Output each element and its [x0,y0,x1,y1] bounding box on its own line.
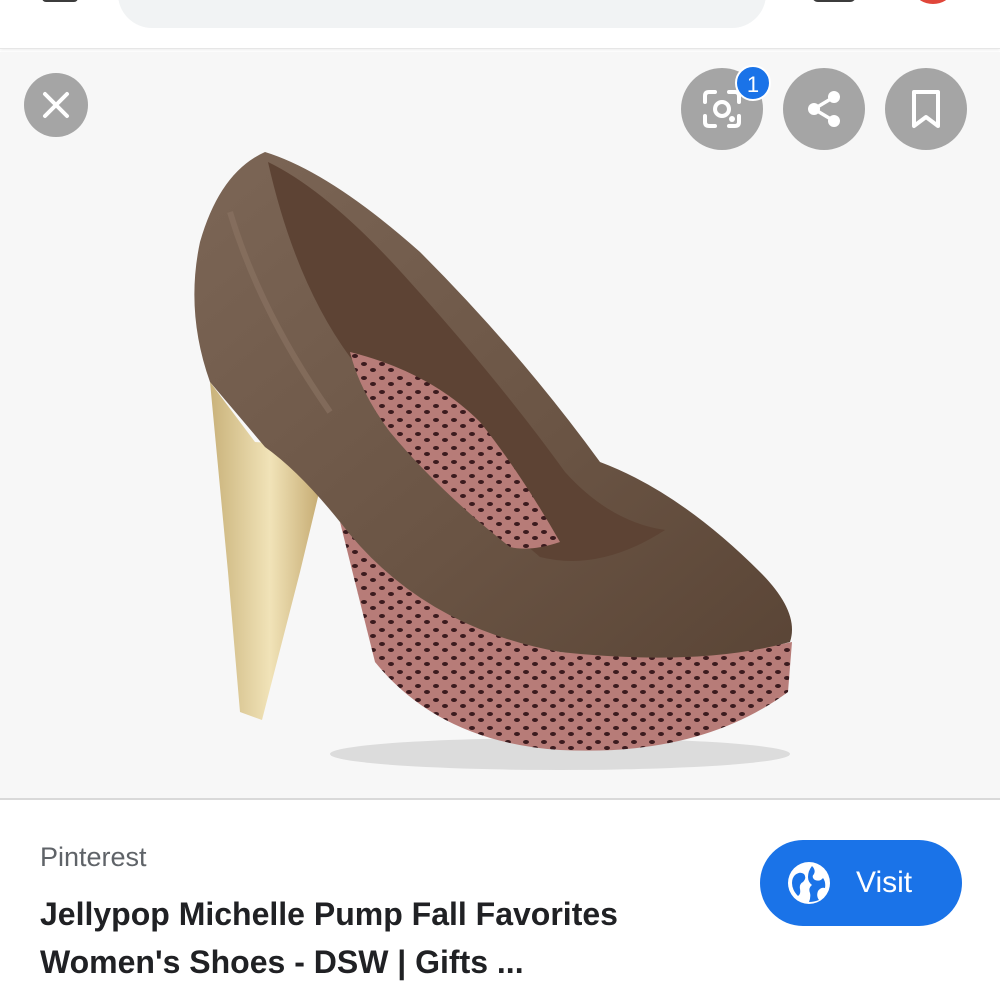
globe-icon [788,862,830,904]
save-button[interactable] [885,68,967,150]
result-title[interactable]: Jellypop Michelle Pump Fall Favorites Wo… [40,890,740,986]
close-icon [43,92,69,118]
close-button[interactable] [24,73,88,137]
shoe-image [194,152,792,770]
divider [0,798,1000,800]
menu-icon[interactable] [42,0,78,2]
tabs-icon[interactable] [812,0,856,2]
share-button[interactable] [783,68,865,150]
lens-count-badge: 1 [735,65,771,101]
image-viewer: 1 [0,52,1000,798]
result-title-line1: Jellypop Michelle Pump Fall Favorites [40,896,618,932]
visit-label: Visit [856,866,913,899]
avatar[interactable] [916,0,950,4]
result-title-line2: Women's Shoes - DSW | Gifts ... [40,944,524,980]
search-input[interactable] [118,0,766,28]
visit-button[interactable]: Visit [760,840,962,926]
bookmark-icon [912,90,940,128]
source-name: Pinterest [40,842,147,872]
search-query-fragment [245,0,575,2]
top-search-bar [0,0,1000,49]
lens-search-icon [703,90,741,128]
share-icon [808,91,840,127]
